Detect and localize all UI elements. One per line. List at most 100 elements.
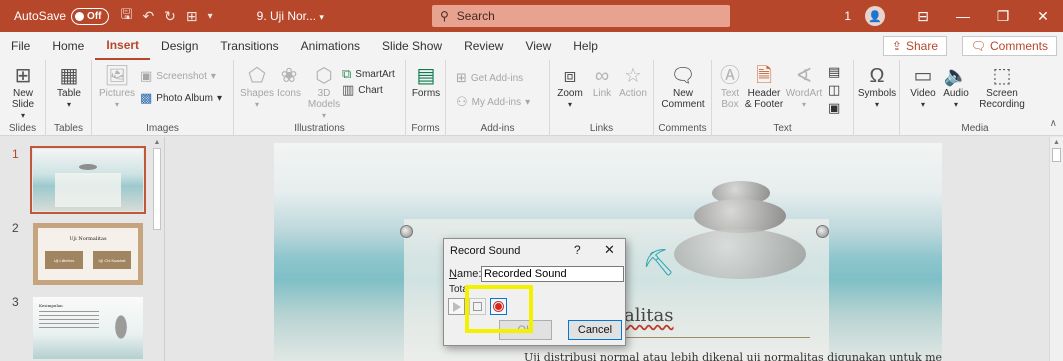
table-button[interactable]: ▦ Table ▾ [52,64,86,110]
group-label-images: Images [146,123,179,134]
pin-left-icon [400,225,413,238]
restore-icon[interactable]: ❐ [983,0,1023,32]
tab-file[interactable]: File [0,32,41,60]
scroll-up-icon[interactable]: ▲ [152,139,162,146]
chart-icon: ▥ [342,82,355,97]
minimize-icon[interactable]: — [943,0,983,32]
collapse-ribbon-icon[interactable]: ∧ [1050,118,1057,129]
editor-scroll-thumb[interactable] [1052,148,1061,162]
photo-album-icon: ▩ [140,90,153,105]
tab-home[interactable]: Home [41,32,95,60]
tab-transitions[interactable]: Transitions [209,32,289,60]
slide-thumbnails-pane: 1 2 Uji Normalitas Uji Lilliefors Uji Ch… [0,137,165,361]
thumb2-button-2: Uji Chi Kuadrat [93,251,131,269]
editor-scrollbar[interactable]: ▲ [1049,137,1063,361]
icons-button[interactable]: ❀ Icons [274,64,304,99]
slide-number-1: 1 [12,147,19,161]
highlight-annotation [465,285,533,333]
forms-button[interactable]: ▤ Forms [410,64,442,99]
slide-thumbnail-1[interactable] [30,146,146,214]
slide-number-3: 3 [12,295,19,309]
thumbnail-scrollbar[interactable]: ▲ [152,139,162,359]
object-button[interactable]: ▣ [828,100,840,116]
comments-button[interactable]: 🗨 Comments [961,36,1057,56]
save-icon[interactable]: 🖫 [121,4,133,28]
ribbon-tabs: File Home Insert Design Transitions Anim… [0,32,1063,60]
autosave[interactable]: AutoSave Off [14,7,109,25]
tab-help[interactable]: Help [562,32,609,60]
tab-view[interactable]: View [514,32,562,60]
new-slide-button[interactable]: ⊞ New Slide ▾ [6,64,40,121]
screenshot-icon: ▣ [140,68,153,83]
slide-thumbnail-2[interactable]: Uji Normalitas Uji Lilliefors Uji Chi Ku… [33,223,143,285]
group-addins: ⊞ Get Add-ins ⚇ My Add-ins ▾ Add-ins [446,60,550,136]
slide-number-button[interactable]: ◫ [828,82,840,98]
share-icon: ⇪ [891,39,902,53]
comment-icon: 🗨 [970,39,986,53]
document-title[interactable]: 9. Uji Nor... ▾ [257,9,447,23]
chart-button[interactable]: ▥ Chart [342,82,383,98]
wordart-button[interactable]: ∢ WordArt ▾ [784,64,824,110]
tab-review[interactable]: Review [453,32,514,60]
cube-icon: ⬡ [315,65,333,87]
screenshot-button[interactable]: ▣ Screenshot ▾ [140,68,216,84]
photo-album-button[interactable]: ▩ Photo Album ▾ [140,90,222,106]
shapes-button[interactable]: ⬠ Shapes ▾ [240,64,274,110]
autosave-toggle[interactable]: Off [71,7,109,25]
group-label-text: Text [773,123,792,134]
my-addins-button[interactable]: ⚇ My Add-ins ▾ [456,94,530,110]
text-box-icon: Ⓐ [720,65,740,87]
forms-icon: ▤ [416,65,436,87]
search-box[interactable]: ⚲ Search [432,5,730,27]
zoom-button[interactable]: ⧈ Zoom ▾ [554,64,586,110]
slide-body-text[interactable]: Uji distribusi normal atau lebih dikenal… [524,351,942,361]
group-illustrations: ⬠ Shapes ▾ ❀ Icons ⬡ 3D Models ▾ ⧉ SmartA… [234,60,406,136]
audio-button[interactable]: 🔈 Audio ▾ [940,64,972,110]
action-button[interactable]: ☆ Action [616,64,650,99]
tab-insert[interactable]: Insert [95,32,151,60]
undo-icon[interactable]: ↶ [142,8,154,25]
customize-qat-icon[interactable]: ▾ [208,11,213,22]
icons-icon: ❀ [280,65,298,87]
quick-access-toolbar: 🖫 ↶ ↻ ⊞ ▾ [121,4,213,28]
sound-name-input[interactable] [481,266,624,282]
text-box-button[interactable]: Ⓐ Text Box [716,64,744,110]
link-button[interactable]: ∞ Link [588,64,616,99]
scroll-thumb[interactable] [153,148,161,230]
video-button[interactable]: ▭ Video ▾ [908,64,938,110]
tab-slide-show[interactable]: Slide Show [371,32,453,60]
help-icon[interactable]: ? [574,243,581,257]
slide-title[interactable]: alitas [624,305,673,326]
slide-logo-icon: ⛏ [642,247,676,277]
omega-icon: Ω [869,65,885,87]
speaker-icon: 🔈 [943,65,969,87]
symbols-button[interactable]: Ω Symbols ▾ [858,64,896,110]
3d-models-button[interactable]: ⬡ 3D Models ▾ [306,64,342,121]
tab-animations[interactable]: Animations [290,32,371,60]
slide-thumbnail-3[interactable]: Kesimpulan [33,297,143,359]
cancel-button[interactable]: Cancel [568,320,622,340]
tab-design[interactable]: Design [150,32,209,60]
dialog-close-icon[interactable]: ✕ [604,242,615,258]
ribbon-display-options-icon[interactable]: ⊟ [903,0,943,32]
screen-recording-button[interactable]: ⬚ Screen Recording [976,64,1028,110]
share-button[interactable]: ⇪ Share [882,36,947,56]
start-from-beginning-icon[interactable]: ⊞ [186,8,198,25]
thumb1-stone [79,164,97,170]
editor-scroll-up-icon[interactable]: ▲ [1050,139,1063,146]
get-addins-button[interactable]: ⊞ Get Add-ins [456,70,523,86]
avatar[interactable]: 👤 [865,6,885,26]
redo-icon[interactable]: ↻ [164,8,176,25]
group-images: 🖼 Pictures ▾ ▣ Screenshot ▾ ▩ Photo Album … [92,60,234,136]
close-window-icon[interactable]: ✕ [1023,0,1063,32]
pictures-button[interactable]: 🖼 Pictures ▾ [98,64,136,110]
search-placeholder: Search [456,9,495,23]
smartart-button[interactable]: ⧉ SmartArt [342,66,395,82]
new-comment-button[interactable]: 🗨 New Comment [661,64,704,110]
thumb3-text-lines [39,311,99,331]
date-time-button[interactable]: ▤ [828,64,840,80]
play-button[interactable] [448,298,465,315]
thumb2-title: Uji Normalitas [69,236,107,242]
group-label-media: Media [961,123,989,134]
header-footer-button[interactable]: 🗎 Header & Footer [744,64,784,110]
